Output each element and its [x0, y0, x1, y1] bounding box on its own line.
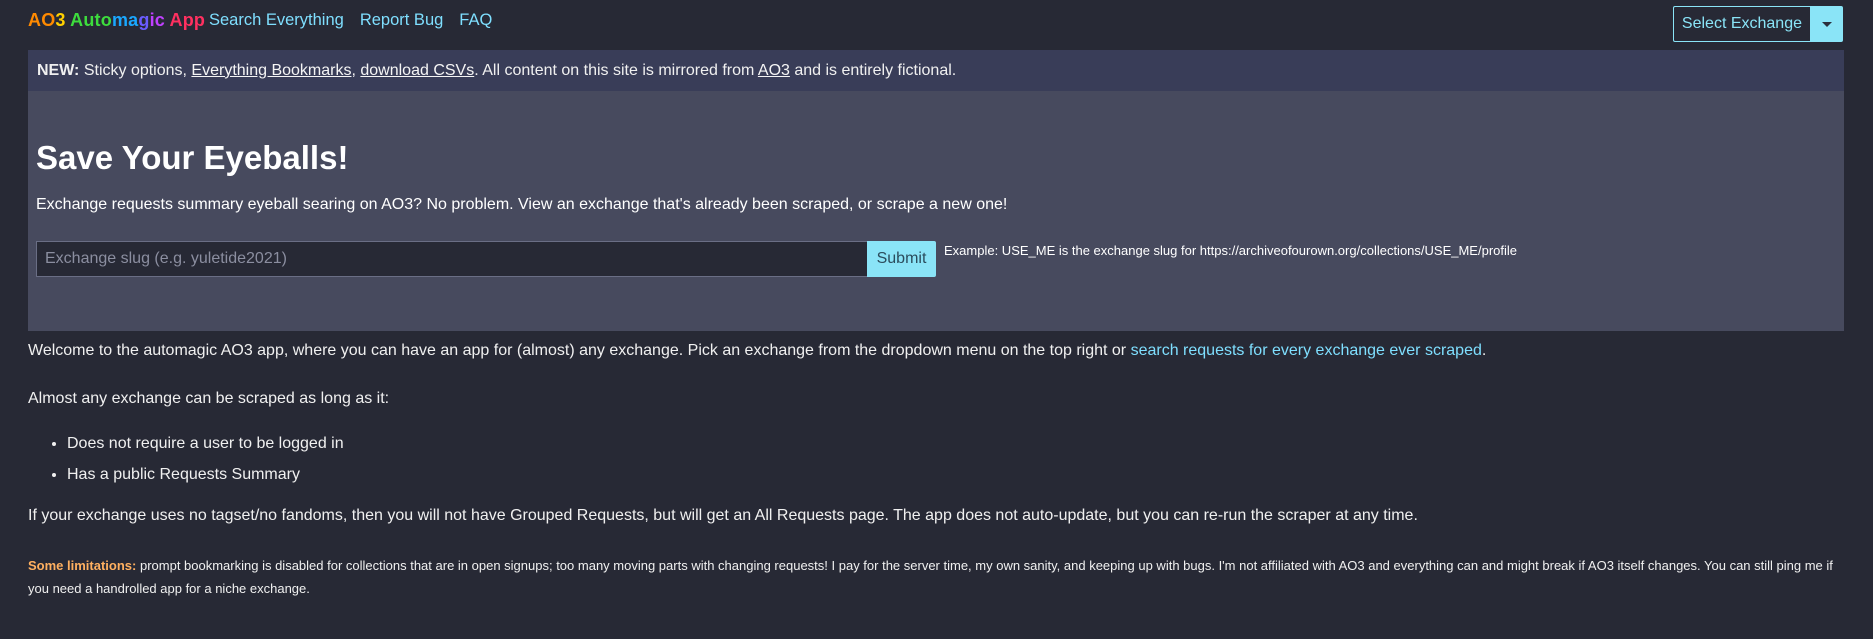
welcome-paragraph: Welcome to the automagic AO3 app, where …	[28, 342, 1486, 360]
brand-part: g	[138, 10, 150, 30]
scrape-intro: Almost any exchange can be scraped as lo…	[28, 390, 390, 407]
ao3-link[interactable]: AO3	[758, 62, 790, 79]
app-brand[interactable]: AO3 Automagic App	[28, 10, 205, 31]
download-csvs-link[interactable]: download CSVs	[360, 62, 474, 79]
brand-part: App	[169, 10, 206, 30]
list-item: Does not require a user to be logged in	[67, 428, 344, 459]
nav-links: Search Everything Report Bug FAQ	[209, 11, 492, 30]
tagset-note: If your exchange uses no tagset/no fando…	[28, 507, 1418, 524]
limitations-label: Some limitations:	[28, 558, 137, 573]
notice-text: . All content on this site is mirrored f…	[474, 61, 758, 79]
limitations-text: prompt bookmarking is disabled for colle…	[28, 558, 1833, 596]
nav-link-search-everything[interactable]: Search Everything	[209, 11, 344, 30]
exchange-slug-input[interactable]: Exchange slug (e.g. yuletide2021)	[36, 241, 867, 277]
welcome-end: .	[1481, 342, 1487, 359]
notice-text: and is entirely fictional.	[789, 61, 957, 79]
brand-part: ic	[149, 10, 170, 30]
scrape-form: Exchange slug (e.g. yuletide2021) Submit	[36, 241, 936, 277]
nav-link-report-bug[interactable]: Report Bug	[360, 11, 443, 30]
slug-example-hint: Example: USE_ME is the exchange slug for…	[944, 243, 1517, 258]
limitations-paragraph: Some limitations: prompt bookmarking is …	[28, 554, 1848, 600]
select-exchange-button[interactable]: Select Exchange	[1672, 6, 1810, 42]
chevron-down-icon	[1821, 21, 1832, 27]
new-features-notice: NEW: Sticky options, Everything Bookmark…	[28, 50, 1844, 91]
dropdown-toggle[interactable]	[1810, 6, 1843, 42]
hero-lead: Exchange requests summary eyeball searin…	[36, 196, 1008, 213]
notice-text: Sticky options,	[79, 61, 192, 79]
page-title: Save Your Eyeballs!	[36, 139, 349, 176]
requirements-list: Does not require a user to be logged in …	[28, 428, 344, 490]
submit-button[interactable]: Submit	[867, 241, 936, 277]
welcome-text: Welcome to the automagic AO3 app, where …	[28, 342, 1131, 359]
brand-part: 3	[55, 10, 71, 30]
brand-part: Auto	[70, 10, 112, 30]
select-exchange-dropdown[interactable]: Select Exchange	[1672, 6, 1843, 42]
navbar: AO3 Automagic App Search Everything Repo…	[0, 0, 1873, 50]
notice-prefix: NEW:	[37, 61, 80, 79]
brand-part: AO	[28, 10, 56, 30]
everything-bookmarks-link[interactable]: Everything Bookmarks	[191, 62, 351, 79]
search-all-requests-link[interactable]: search requests for every exchange ever …	[1131, 342, 1482, 359]
hero-section: Save Your Eyeballs! Exchange requests su…	[28, 91, 1844, 331]
brand-part: ma	[111, 10, 139, 30]
list-item: Has a public Requests Summary	[67, 459, 344, 490]
nav-link-faq[interactable]: FAQ	[459, 11, 492, 30]
